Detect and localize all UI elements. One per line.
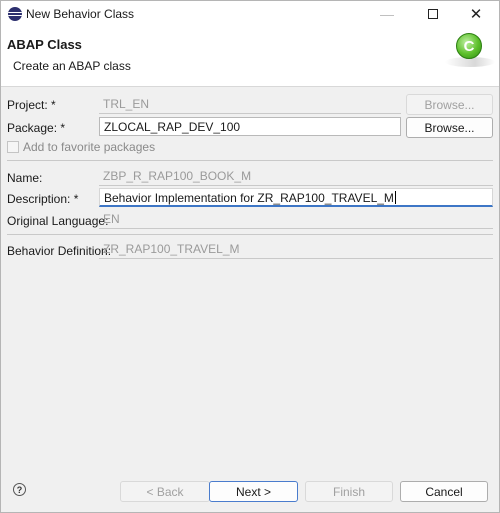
title-bar: New Behavior Class — ✕ (1, 1, 499, 27)
abap-class-icon: C (456, 33, 482, 59)
behavior-definition-label: Behavior Definition: (7, 244, 112, 258)
minimize-button[interactable]: — (364, 1, 410, 27)
back-button[interactable]: < Back (120, 481, 210, 502)
new-behavior-class-dialog: New Behavior Class — ✕ ABAP Class Create… (0, 0, 500, 513)
wizard-header: ABAP Class Create an ABAP class C (1, 27, 499, 87)
page-description: Create an ABAP class (13, 59, 131, 73)
project-browse-button[interactable]: Browse... (406, 94, 493, 115)
behavior-definition-field: ZR_RAP100_TRAVEL_M (99, 240, 493, 259)
project-field: TRL_EN (99, 95, 401, 114)
name-field: ZBP_R_RAP100_BOOK_M (99, 167, 493, 186)
text-caret (394, 191, 396, 204)
original-language-field: EN (99, 210, 493, 229)
next-button[interactable]: Next > (209, 481, 298, 502)
package-field[interactable]: ZLOCAL_RAP_DEV_100 (99, 117, 401, 136)
close-button[interactable]: ✕ (453, 1, 499, 27)
original-language-label: Original Language: (7, 214, 109, 228)
project-label: Project: * (7, 98, 56, 112)
package-label: Package: * (7, 121, 66, 135)
maximize-button[interactable] (410, 1, 456, 27)
finish-button[interactable]: Finish (305, 481, 393, 502)
description-label: Description: * (7, 192, 79, 206)
description-value: Behavior Implementation for ZR_RAP100_TR… (104, 191, 394, 205)
separator (7, 234, 493, 235)
separator (7, 160, 493, 161)
cancel-button[interactable]: Cancel (400, 481, 488, 502)
description-field[interactable]: Behavior Implementation for ZR_RAP100_TR… (99, 188, 493, 207)
favorite-packages-label: Add to favorite packages (23, 140, 156, 154)
help-icon[interactable]: ? (13, 483, 26, 496)
package-browse-button[interactable]: Browse... (406, 117, 493, 138)
page-title: ABAP Class (7, 37, 82, 52)
window-title: New Behavior Class (26, 7, 135, 21)
name-label: Name: (7, 171, 43, 185)
eclipse-icon (8, 7, 22, 21)
maximize-icon (428, 9, 438, 19)
favorite-packages-checkbox[interactable] (7, 141, 19, 153)
